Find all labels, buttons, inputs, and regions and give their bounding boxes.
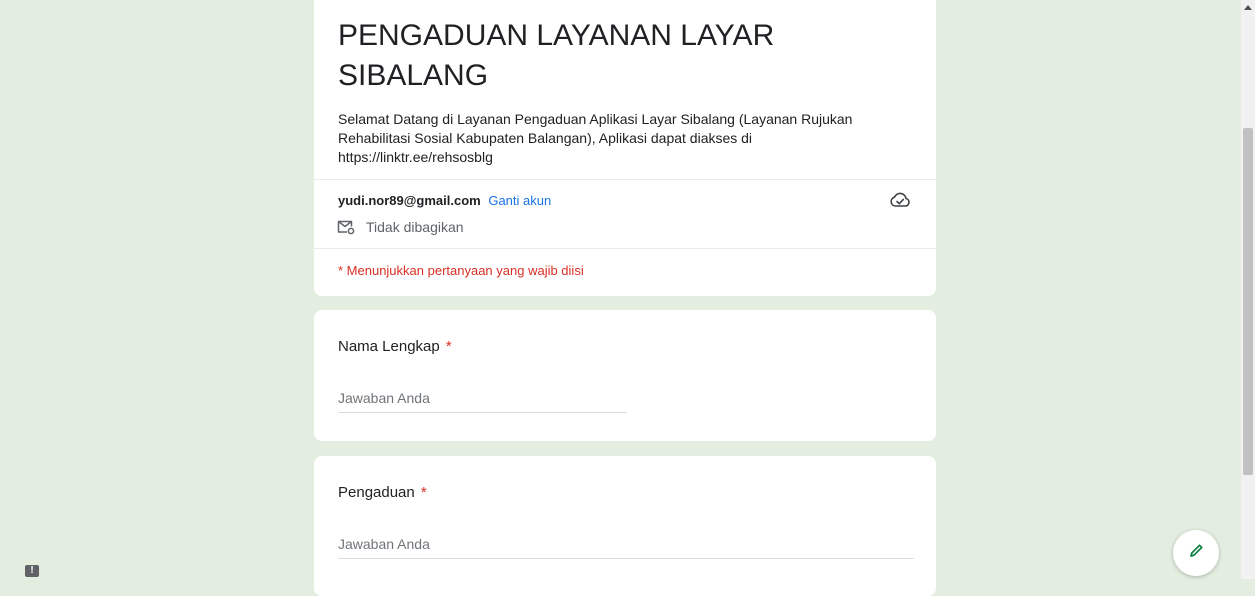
required-star: * [445,338,452,355]
mail-settings-icon [336,219,356,235]
question-label: Nama Lengkap * [338,338,452,355]
question-card-pengaduan: Pengaduan * [314,456,936,596]
header-divider [314,179,936,180]
required-star: * [420,484,427,501]
not-shared-row: Tidak dibagikan [336,219,464,235]
question-title: Pengaduan [338,484,415,501]
form-title: PENGADUAN LAYANAN LAYAR SIBALANG [338,19,775,92]
question-title: Nama Lengkap [338,338,440,355]
switch-account-link[interactable]: Ganti akun [488,193,551,208]
required-divider [314,248,936,249]
scroll-up-arrow-icon[interactable] [1244,5,1252,10]
question-card-nama-lengkap: Nama Lengkap * [314,310,936,441]
pengaduan-input[interactable] [338,532,914,559]
cloud-check-icon[interactable] [889,192,911,208]
account-email: yudi.nor89@gmail.com [338,193,481,208]
form-header-card: PENGADUAN LAYANAN LAYAR SIBALANG Selamat… [314,0,936,296]
nama-lengkap-input[interactable] [338,386,627,413]
form-description: Selamat Datang di Layanan Pengaduan Apli… [338,111,853,165]
question-label: Pengaduan * [338,484,427,501]
page-scrollbar[interactable] [1241,0,1255,579]
report-icon: ! [30,565,34,576]
required-note: * Menunjukkan pertanyaan yang wajib diis… [338,263,584,278]
edit-fab-button[interactable] [1173,530,1219,576]
account-row: yudi.nor89@gmail.com Ganti akun [338,193,551,208]
not-shared-label: Tidak dibagikan [366,219,464,235]
report-button[interactable]: ! [25,565,39,577]
pencil-icon [1188,543,1204,564]
scrollbar-thumb[interactable] [1243,128,1253,475]
